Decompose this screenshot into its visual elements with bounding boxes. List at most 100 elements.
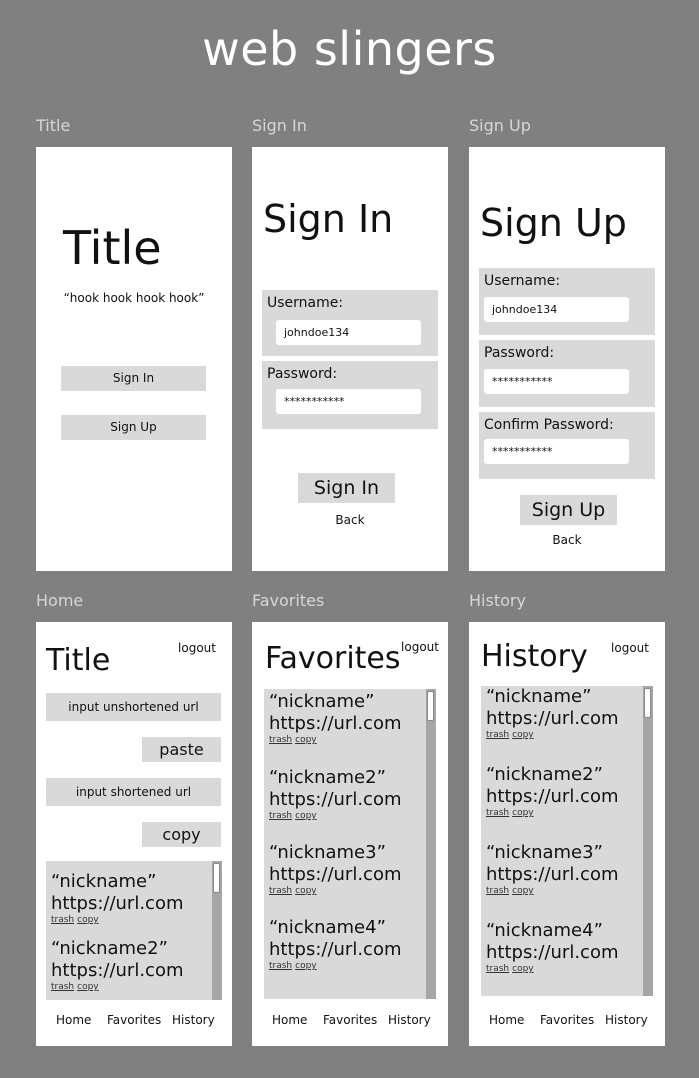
item-nickname: “nickname2” — [486, 764, 603, 785]
list-item: “nickname4” https://url.com trash copy — [486, 920, 619, 975]
trash-link[interactable]: trash — [486, 730, 509, 740]
item-url[interactable]: https://url.com — [269, 864, 402, 886]
item-url[interactable]: https://url.com — [486, 786, 619, 808]
trash-link[interactable]: trash — [269, 735, 292, 745]
copy-link[interactable]: copy — [512, 808, 534, 818]
password-input[interactable]: *********** — [276, 389, 421, 414]
list-item: “nickname3” https://url.com trash copy — [486, 842, 619, 897]
copy-link[interactable]: copy — [295, 735, 317, 745]
item-url[interactable]: https://url.com — [269, 939, 402, 961]
shortened-url-input[interactable]: input shortened url — [46, 778, 221, 806]
confirm-password-input[interactable]: *********** — [484, 439, 629, 464]
item-nickname: “nickname” — [51, 871, 157, 892]
frame-label-signin: Sign In — [252, 116, 307, 135]
copy-link[interactable]: copy — [295, 961, 317, 971]
username-group: Username: johndoe134 — [262, 290, 438, 356]
item-url[interactable]: https://url.com — [486, 708, 619, 730]
item-nickname: “nickname4” — [486, 920, 603, 941]
copy-link[interactable]: copy — [512, 964, 534, 974]
back-link[interactable]: Back — [252, 513, 448, 527]
nav-history[interactable]: History — [172, 1013, 215, 1027]
trash-link[interactable]: trash — [269, 961, 292, 971]
home-frame: Title logout input unshortened url paste… — [36, 622, 232, 1046]
copy-link[interactable]: copy — [77, 915, 99, 925]
confirm-password-label: Confirm Password: — [484, 417, 614, 433]
password-label: Password: — [484, 345, 555, 361]
trash-link[interactable]: trash — [51, 982, 74, 992]
signin-heading: Sign In — [263, 197, 394, 241]
username-input[interactable]: johndoe134 — [484, 297, 629, 322]
paste-button[interactable]: paste — [142, 737, 221, 762]
item-nickname: “nickname2” — [51, 938, 168, 959]
nav-favorites[interactable]: Favorites — [323, 1013, 377, 1027]
signin-button[interactable]: Sign In — [61, 366, 206, 391]
nav-favorites[interactable]: Favorites — [107, 1013, 161, 1027]
scrollbar[interactable] — [426, 689, 436, 999]
trash-link[interactable]: trash — [269, 886, 292, 896]
username-label: Username: — [267, 295, 344, 311]
copy-link[interactable]: copy — [512, 886, 534, 896]
password-group: Password: *********** — [262, 361, 438, 429]
nav-home[interactable]: Home — [56, 1013, 91, 1027]
nav-history[interactable]: History — [388, 1013, 431, 1027]
item-url[interactable]: https://url.com — [269, 713, 402, 735]
frame-label-title: Title — [36, 116, 71, 135]
favorites-list: “nickname” https://url.com trash copy “ni… — [264, 689, 436, 999]
signup-button[interactable]: Sign Up — [61, 415, 206, 440]
password-input[interactable]: *********** — [484, 369, 629, 394]
scrollbar-thumb[interactable] — [427, 691, 434, 721]
logout-link[interactable]: logout — [401, 640, 439, 654]
copy-button[interactable]: copy — [142, 822, 221, 847]
back-link[interactable]: Back — [469, 533, 665, 547]
nav-favorites[interactable]: Favorites — [540, 1013, 594, 1027]
copy-link[interactable]: copy — [512, 730, 534, 740]
history-heading: History — [481, 639, 588, 674]
list-item: “nickname3” https://url.com trash copy — [269, 842, 402, 897]
scrollbar[interactable] — [212, 861, 222, 1000]
tagline: “hook hook hook hook” — [63, 291, 205, 305]
item-url[interactable]: https://url.com — [51, 893, 184, 915]
copy-link[interactable]: copy — [295, 886, 317, 896]
item-url[interactable]: https://url.com — [269, 789, 402, 811]
history-frame: History logout “nickname” https://url.co… — [469, 622, 665, 1046]
history-list: “nickname” https://url.com trash copy “ni… — [481, 686, 653, 996]
signup-frame: Sign Up Username: johndoe134 Password: *… — [469, 147, 665, 571]
title-frame: Title “hook hook hook hook” Sign In Sign… — [36, 147, 232, 571]
url-list: “nickname” https://url.com trash copy “ni… — [46, 861, 222, 1000]
copy-link[interactable]: copy — [77, 982, 99, 992]
unshortened-url-input[interactable]: input unshortened url — [46, 693, 221, 721]
item-url[interactable]: https://url.com — [486, 864, 619, 886]
signup-submit-button[interactable]: Sign Up — [520, 495, 617, 525]
scrollbar-thumb[interactable] — [213, 863, 220, 893]
page-title: web slingers — [202, 22, 497, 76]
frame-label-favorites: Favorites — [252, 591, 325, 610]
copy-link[interactable]: copy — [295, 811, 317, 821]
bottom-nav: Home Favorites History — [36, 1013, 232, 1029]
username-input[interactable]: johndoe134 — [276, 320, 421, 345]
password-label: Password: — [267, 366, 338, 382]
logout-link[interactable]: logout — [178, 641, 216, 655]
title-heading: Title — [63, 221, 162, 275]
list-item: “nickname2” https://url.com trash copy — [51, 938, 184, 993]
list-item: “nickname” https://url.com trash copy — [269, 691, 402, 746]
signin-submit-button[interactable]: Sign In — [298, 473, 395, 503]
trash-link[interactable]: trash — [51, 915, 74, 925]
item-url[interactable]: https://url.com — [486, 942, 619, 964]
home-heading: Title — [46, 643, 111, 678]
nav-history[interactable]: History — [605, 1013, 648, 1027]
trash-link[interactable]: trash — [486, 886, 509, 896]
trash-link[interactable]: trash — [486, 808, 509, 818]
nav-home[interactable]: Home — [272, 1013, 307, 1027]
nav-home[interactable]: Home — [489, 1013, 524, 1027]
trash-link[interactable]: trash — [269, 811, 292, 821]
scrollbar-thumb[interactable] — [644, 688, 651, 718]
item-nickname: “nickname2” — [269, 767, 386, 788]
list-item: “nickname4” https://url.com trash copy — [269, 917, 402, 972]
trash-link[interactable]: trash — [486, 964, 509, 974]
item-url[interactable]: https://url.com — [51, 960, 184, 982]
list-item: “nickname2” https://url.com trash copy — [486, 764, 619, 819]
logout-link[interactable]: logout — [611, 641, 649, 655]
scrollbar[interactable] — [643, 686, 653, 996]
signup-confirm-group: Confirm Password: *********** — [479, 412, 655, 479]
favorites-heading: Favorites — [265, 641, 401, 676]
